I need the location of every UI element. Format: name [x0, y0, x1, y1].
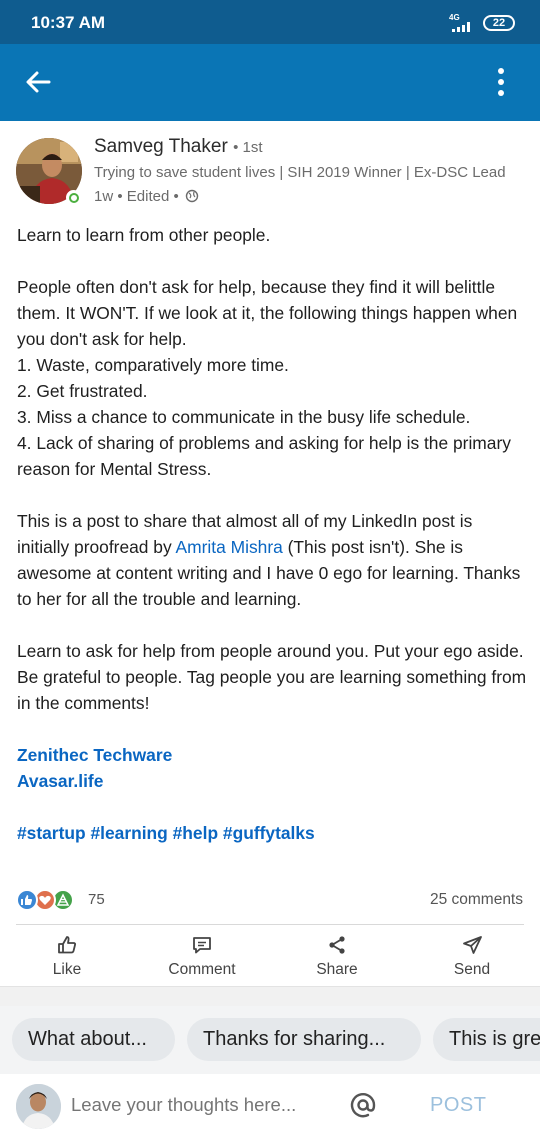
post-paragraph: Learn to learn from other people.: [17, 225, 271, 245]
org-link[interactable]: Zenithec Techware: [17, 742, 529, 768]
author-headline: Trying to save student lives | SIH 2019 …: [94, 164, 506, 181]
battery-level: 22: [492, 17, 506, 29]
comment-composer: POST: [0, 1074, 540, 1140]
author-name-line[interactable]: Samveg Thaker • 1st: [94, 136, 263, 158]
suggested-reply-chip[interactable]: What about...: [12, 1018, 175, 1061]
battery-icon: 22: [483, 15, 515, 31]
mention-at-icon[interactable]: [346, 1088, 380, 1122]
like-label: Like: [52, 961, 82, 978]
post-meta: 1w • Edited •: [94, 188, 199, 205]
mention-link[interactable]: Amrita Mishra: [176, 537, 283, 557]
reaction-count: 75: [88, 891, 105, 908]
share-button[interactable]: Share: [282, 932, 392, 984]
hashtags: #startup #learning #help #guffytalks: [17, 820, 529, 846]
share-icon: [329, 936, 345, 954]
post-line: 2. Get frustrated.: [17, 381, 148, 401]
comment-input[interactable]: [71, 1094, 331, 1116]
send-label: Send: [453, 961, 491, 978]
status-bar: 10:37 AM 4G 22: [0, 0, 540, 44]
more-options-icon[interactable]: [488, 64, 514, 100]
post-comment-button[interactable]: POST: [430, 1094, 486, 1117]
comment-icon: [193, 937, 211, 954]
back-arrow-icon[interactable]: [22, 66, 54, 98]
author-name[interactable]: Samveg Thaker: [94, 136, 228, 157]
post-line: 4. Lack of sharing of problems and askin…: [17, 433, 511, 479]
suggested-reply-chip[interactable]: Thanks for sharing...: [187, 1018, 421, 1061]
user-avatar: [16, 1084, 61, 1129]
like-button[interactable]: Like: [12, 932, 122, 984]
org-link[interactable]: Avasar.life: [17, 768, 529, 794]
network-type: 4G: [449, 13, 460, 22]
post-paragraph: Learn to ask for help from people around…: [17, 641, 527, 713]
post-body: Learn to learn from other people. People…: [17, 222, 529, 872]
comments-count[interactable]: 25 comments: [430, 891, 523, 909]
like-icon: [16, 889, 38, 911]
share-label: Share: [316, 961, 358, 978]
thumbs-up-icon: [58, 936, 77, 954]
send-icon: [463, 936, 482, 954]
post-paragraph: People often don't ask for help, because…: [17, 274, 529, 482]
online-status-icon: [66, 190, 81, 205]
hashtag-link[interactable]: #guffytalks: [223, 823, 315, 843]
hashtag-link[interactable]: #startup: [17, 823, 86, 843]
globe-icon: [185, 189, 199, 203]
comment-button[interactable]: Comment: [147, 932, 257, 984]
post-paragraph: This is a post to share that almost all …: [17, 508, 529, 612]
section-separator: [0, 986, 540, 1006]
signal-icon: 4G: [446, 12, 476, 32]
social-actions-bar: Like Comment Share Send: [0, 932, 540, 984]
send-button[interactable]: Send: [417, 932, 527, 984]
hashtag-link[interactable]: #learning: [90, 823, 167, 843]
hashtag-link[interactable]: #help: [173, 823, 218, 843]
connection-degree: • 1st: [233, 139, 263, 156]
app-bar: [0, 44, 540, 121]
divider: [16, 924, 524, 925]
post-line: 1. Waste, comparatively more time.: [17, 355, 289, 375]
organization-links: Zenithec Techware Avasar.life: [17, 742, 529, 794]
suggested-reply-chip[interactable]: This is great...: [433, 1018, 540, 1061]
post-time-edited: 1w • Edited •: [94, 188, 179, 205]
post-line: People often don't ask for help, because…: [17, 277, 518, 349]
post-line: 3. Miss a chance to communicate in the b…: [17, 407, 471, 427]
status-time: 10:37 AM: [31, 13, 106, 32]
comment-label: Comment: [168, 961, 236, 978]
suggested-replies: What about... Thanks for sharing... This…: [0, 1006, 540, 1074]
